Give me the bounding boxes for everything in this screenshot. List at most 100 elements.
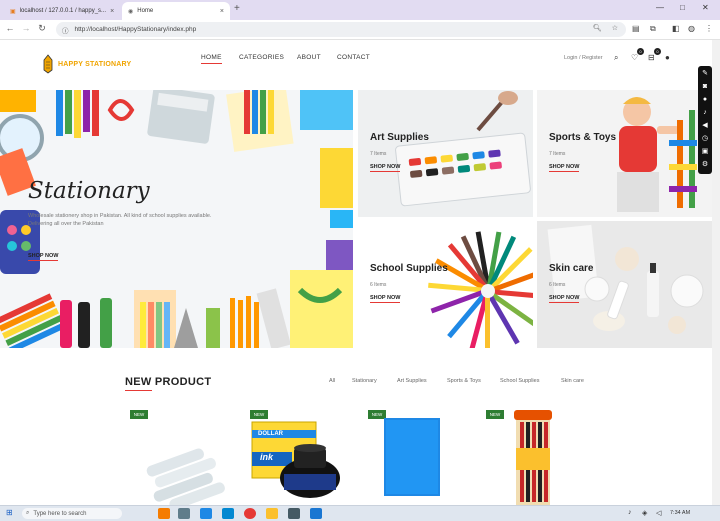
category-tile-skin-care[interactable]: Skin care 6 Items SHOP NOW <box>537 221 712 348</box>
category-title: Skin care <box>549 263 594 274</box>
puzzle-icon[interactable]: ⧉ <box>650 24 656 34</box>
tab-favicon-icon: ◉ <box>128 8 134 15</box>
wishlist-heart-icon[interactable]: ♡ <box>631 53 638 62</box>
nav-about[interactable]: ABOUT <box>297 54 321 61</box>
taskbar-clock[interactable]: 7:34 AM <box>670 510 690 516</box>
volume-tray-icon[interactable]: ◁ <box>656 509 661 517</box>
hero-shop-now-link[interactable]: SHOP NOW <box>28 253 59 261</box>
taskbar-task-view-icon[interactable] <box>178 508 190 519</box>
web-page: HAPPY STATIONARY HOME CATEGORIES ABOUT C… <box>0 40 712 505</box>
pencil-jar-image <box>514 410 552 505</box>
taskbar-chrome-icon[interactable] <box>244 508 256 519</box>
mic-tray-icon[interactable]: ♪ <box>628 509 632 516</box>
user-account-icon[interactable]: ● <box>665 53 670 62</box>
taskbar-search-box[interactable]: ⌕ Type here to search <box>22 508 122 519</box>
product-card-chalk[interactable]: NEW <box>128 408 238 505</box>
category-tile-art-supplies[interactable]: Art Supplies 7 Items SHOP NOW <box>358 90 533 217</box>
filter-art-supplies[interactable]: Art Supplies <box>397 378 427 384</box>
category-shop-now-link[interactable]: SHOP NOW <box>370 295 401 303</box>
tab-close-icon[interactable]: × <box>110 8 114 15</box>
reload-icon[interactable]: ↻ <box>36 23 48 34</box>
product-card-pencil-jar[interactable]: NEW <box>484 408 594 505</box>
taskbar-mail-icon[interactable] <box>200 508 212 519</box>
url-text: http://localhost/HappyStationary/index.p… <box>74 26 197 33</box>
category-title: School Supplies <box>370 263 448 274</box>
tab-home[interactable]: ◉ Home × <box>122 2 230 20</box>
ink-brand-label: DOLLAR <box>258 431 283 437</box>
back-arrow-icon[interactable]: ← <box>4 23 16 33</box>
login-register-link[interactable]: Login / Register <box>564 55 603 61</box>
sidebar-icon[interactable]: ◧ <box>672 24 680 33</box>
record-icon[interactable]: ● <box>703 95 707 104</box>
search-icon[interactable]: ⌕ <box>614 53 618 63</box>
category-title: Art Supplies <box>370 132 429 143</box>
new-tab-button[interactable]: + <box>234 3 240 14</box>
tab-phpmyadmin[interactable]: ▣ localhost / 127.0.0.1 / happy_s... × <box>4 2 120 20</box>
taskbar-search-placeholder: Type here to search <box>33 510 87 517</box>
hero-banner: Stationary Wholesale stationery shop in … <box>0 90 353 348</box>
category-tile-sports-toys[interactable]: Sports & Toys 7 Items SHOP NOW <box>537 90 712 217</box>
tab-label: Home <box>137 8 154 14</box>
pen-icon[interactable]: ✎ <box>702 69 708 78</box>
filter-skin-care[interactable]: Skin care <box>561 378 584 384</box>
product-card-ink[interactable]: NEW DOLLAR ink <box>248 408 358 505</box>
heading-underline <box>125 390 152 391</box>
timer-icon[interactable]: ◷ <box>702 134 708 143</box>
cart-count-badge: 0 <box>654 48 661 55</box>
filter-school-supplies[interactable]: School Supplies <box>500 378 539 384</box>
category-count: 6 Items <box>549 282 566 288</box>
network-tray-icon[interactable]: ◈ <box>642 509 647 517</box>
profile-icon[interactable]: ◍ <box>688 24 695 33</box>
chalk-product-image <box>146 448 225 505</box>
category-count: 7 Items <box>549 151 566 157</box>
category-shop-now-link[interactable]: SHOP NOW <box>549 295 580 303</box>
tab-close-icon[interactable]: × <box>220 8 224 15</box>
category-tile-school-supplies[interactable]: School Supplies 6 Items SHOP NOW <box>358 221 533 348</box>
site-logo[interactable]: HAPPY STATIONARY <box>42 54 131 74</box>
taskbar-app-icon[interactable] <box>158 508 170 519</box>
product-card-notebook[interactable]: NEW <box>366 408 476 505</box>
page-scrollbar[interactable] <box>712 40 720 505</box>
ink-product-label: ink <box>260 452 274 462</box>
category-count: 7 Items <box>370 151 387 157</box>
extension-icon[interactable]: ▤ <box>632 24 640 33</box>
category-shop-now-link[interactable]: SHOP NOW <box>370 164 401 172</box>
browser-side-panel: ✎ ◙ ● ♪ ◀ ◷ ▣ ⚙ <box>698 66 712 174</box>
mic-icon[interactable]: ♪ <box>703 108 707 117</box>
volume-icon[interactable]: ◀ <box>702 121 707 130</box>
address-bar[interactable]: ⓘ http://localhost/HappyStationary/index… <box>56 22 626 37</box>
wishlist-count-badge: 0 <box>637 48 644 55</box>
camera-icon[interactable]: ◙ <box>703 82 707 91</box>
taskbar-explorer-icon[interactable] <box>266 508 278 519</box>
nav-categories[interactable]: CATEGORIES <box>239 54 284 61</box>
taskbar-vscode-icon[interactable] <box>310 508 322 519</box>
window-icon[interactable]: ▣ <box>702 147 709 156</box>
nav-contact[interactable]: CONTACT <box>337 54 370 61</box>
filter-sports-toys[interactable]: Sports & Toys <box>447 378 481 384</box>
windows-start-icon[interactable]: ⊞ <box>6 508 13 517</box>
close-window-button[interactable]: ✕ <box>702 3 709 12</box>
minimize-button[interactable]: — <box>656 3 664 12</box>
logo-text-a: HAPPY <box>58 60 83 68</box>
bookmark-star-icon[interactable]: ☆ <box>612 24 618 32</box>
maximize-button[interactable]: □ <box>680 3 685 12</box>
tab-label: localhost / 127.0.0.1 / happy_s... <box>19 8 107 14</box>
taskbar-edge-icon[interactable] <box>222 508 234 519</box>
site-info-icon[interactable]: ⓘ <box>62 25 69 35</box>
taskbar-store-icon[interactable] <box>288 508 300 519</box>
tab-favicon-icon: ▣ <box>10 8 16 15</box>
menu-dots-icon[interactable]: ⋮ <box>705 24 713 33</box>
pencil-logo-icon <box>43 54 53 74</box>
filter-all[interactable]: All <box>329 378 335 384</box>
category-count: 6 Items <box>370 282 387 288</box>
nav-home[interactable]: HOME <box>201 54 222 64</box>
forward-arrow-icon[interactable]: → <box>20 23 32 33</box>
category-shop-now-link[interactable]: SHOP NOW <box>549 164 580 172</box>
zoom-icon[interactable]: 🔍︎ <box>593 24 602 32</box>
new-product-heading: NEW PRODUCT <box>125 376 212 388</box>
filter-stationary[interactable]: Stationary <box>352 378 377 384</box>
cart-icon[interactable]: ⊟ <box>648 53 655 62</box>
settings-gear-icon[interactable]: ⚙ <box>702 160 708 169</box>
search-icon: ⌕ <box>26 510 30 516</box>
hero-description: Wholesale stationery shop in Pakistan. A… <box>28 213 212 227</box>
